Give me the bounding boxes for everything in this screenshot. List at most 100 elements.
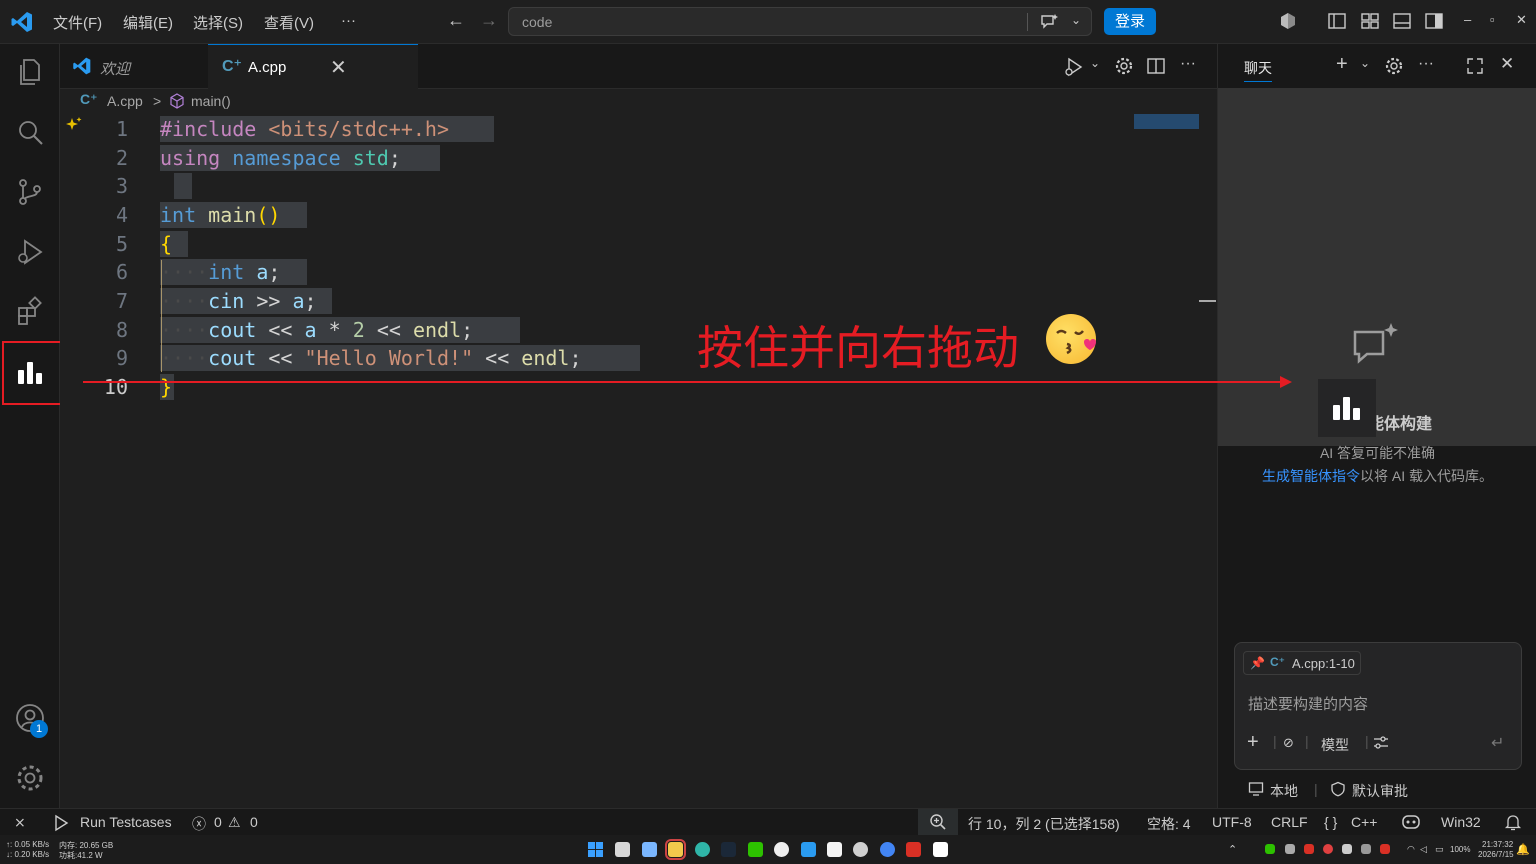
- login-button[interactable]: 登录: [1104, 8, 1156, 35]
- braces-icon[interactable]: { }: [1324, 814, 1337, 830]
- platform[interactable]: Win32: [1441, 814, 1481, 830]
- context-chip[interactable]: 📌 C⁺ A.cpp:1-10: [1243, 651, 1361, 675]
- close-window-button[interactable]: ✕: [1516, 12, 1527, 28]
- agent-instructions-link[interactable]: 生成智能体指令: [1262, 468, 1360, 484]
- code-editor[interactable]: 1 2 3 4 5 6 7 8 9 10 #include <bits/stdc…: [60, 113, 1217, 808]
- edge-browser-icon[interactable]: [695, 842, 710, 857]
- chevron-down-icon[interactable]: ⌄: [1071, 13, 1081, 27]
- split-editor-icon[interactable]: [1146, 56, 1166, 76]
- run-code-icon[interactable]: [1063, 56, 1085, 78]
- chatgpt-icon[interactable]: [853, 842, 868, 857]
- gear-icon[interactable]: [14, 762, 46, 794]
- error-icon[interactable]: ⓧ: [192, 814, 206, 834]
- task-view-icon[interactable]: [615, 842, 630, 857]
- back-arrow-icon[interactable]: ←: [447, 10, 465, 31]
- tray-app-icon[interactable]: [1304, 844, 1314, 854]
- maximize-icon[interactable]: [1465, 56, 1485, 76]
- tray-app-icon[interactable]: [1342, 844, 1352, 854]
- minimize-button[interactable]: –: [1464, 12, 1471, 27]
- steam-icon[interactable]: [721, 842, 736, 857]
- bell-icon[interactable]: [1504, 813, 1522, 831]
- vscode-taskbar-icon[interactable]: [801, 842, 816, 857]
- breadcrumb-file[interactable]: A.cpp: [107, 93, 143, 109]
- run-testcases-icon[interactable]: [52, 814, 70, 832]
- clock-date[interactable]: 2026/7/15: [1478, 850, 1514, 859]
- model-picker[interactable]: 模型: [1321, 735, 1349, 755]
- battery-icon[interactable]: ▭: [1435, 844, 1444, 855]
- copilot-icon[interactable]: [1278, 11, 1298, 31]
- toggle-panel-icon[interactable]: [1392, 11, 1412, 31]
- volume-icon[interactable]: ◁: [1420, 844, 1427, 855]
- tools-icon[interactable]: ⊘: [1283, 735, 1294, 751]
- run-debug-icon[interactable]: [14, 236, 46, 268]
- explorer-icon[interactable]: [14, 56, 46, 88]
- windows-start-icon[interactable]: [588, 842, 603, 857]
- tab-welcome[interactable]: 欢迎: [60, 44, 208, 89]
- chat-sparkle-icon[interactable]: [1039, 12, 1059, 32]
- add-context-icon[interactable]: +: [1247, 731, 1259, 754]
- send-icon[interactable]: ↵: [1491, 733, 1504, 753]
- error-count[interactable]: 0: [214, 814, 222, 830]
- chat-input-box[interactable]: 📌 C⁺ A.cpp:1-10 描述要构建的内容 + | ⊘ | 模型 | ↵: [1234, 642, 1522, 770]
- menu-file[interactable]: 文件(F): [53, 12, 102, 33]
- gear-icon[interactable]: [1114, 56, 1134, 76]
- line-ending[interactable]: CRLF: [1271, 814, 1308, 830]
- customize-layout-icon[interactable]: [1360, 11, 1380, 31]
- chevron-down-icon[interactable]: ⌄: [1360, 56, 1370, 70]
- qq-icon[interactable]: [774, 842, 789, 857]
- toggle-secondary-sidebar-icon[interactable]: [1424, 11, 1444, 31]
- notes-icon[interactable]: [933, 842, 948, 857]
- settings-sliders-icon[interactable]: [1373, 735, 1389, 751]
- chevron-up-icon[interactable]: ⌃: [1228, 843, 1237, 856]
- language-mode[interactable]: C++: [1351, 814, 1377, 830]
- acrobat-icon[interactable]: [906, 842, 921, 857]
- widgets-icon[interactable]: [642, 842, 657, 857]
- indentation[interactable]: 空格: 4: [1147, 814, 1191, 834]
- remote-icon[interactable]: ⨯: [14, 814, 26, 831]
- source-control-icon[interactable]: [14, 176, 46, 208]
- tray-app-icon[interactable]: [1361, 844, 1371, 854]
- wifi-icon[interactable]: ◠: [1407, 844, 1415, 855]
- wechat-icon[interactable]: [748, 842, 763, 857]
- maximize-button[interactable]: ▫: [1490, 12, 1495, 27]
- close-icon[interactable]: ✕: [1500, 54, 1514, 74]
- menu-edit[interactable]: 编辑(E): [123, 12, 173, 33]
- local-session-button[interactable]: 本地: [1270, 781, 1298, 801]
- chrome-icon[interactable]: [880, 842, 895, 857]
- toggle-primary-sidebar-icon[interactable]: [1327, 11, 1347, 31]
- tray-app-icon[interactable]: [1323, 844, 1333, 854]
- run-testcases-button[interactable]: Run Testcases: [80, 814, 172, 830]
- new-chat-icon[interactable]: +: [1336, 53, 1348, 76]
- chat-input-placeholder[interactable]: 描述要构建的内容: [1248, 693, 1368, 714]
- default-approval-button[interactable]: 默认审批: [1352, 781, 1408, 801]
- menu-view[interactable]: 查看(V): [264, 12, 314, 33]
- chat-title[interactable]: 聊天: [1244, 58, 1272, 82]
- warning-count[interactable]: 0: [250, 814, 258, 830]
- zoom-indicator[interactable]: [918, 809, 958, 836]
- more-actions-icon[interactable]: ···: [1180, 55, 1196, 73]
- extensions-icon[interactable]: [14, 296, 46, 328]
- file-explorer-icon[interactable]: [665, 839, 686, 860]
- breadcrumb-symbol[interactable]: main(): [191, 93, 231, 109]
- tray-app-icon[interactable]: [1380, 844, 1390, 854]
- menu-more[interactable]: ···: [341, 12, 356, 29]
- tray-wechat-icon[interactable]: [1265, 844, 1275, 854]
- tab-a-cpp[interactable]: C⁺ A.cpp ✕: [208, 44, 418, 89]
- more-actions-icon[interactable]: ···: [1418, 55, 1434, 73]
- tray-app-icon[interactable]: [1285, 844, 1295, 854]
- copilot-status-icon[interactable]: [1401, 813, 1421, 831]
- command-center-search[interactable]: code ⌄: [508, 7, 1092, 36]
- gear-icon[interactable]: [1384, 56, 1404, 76]
- cursor-position[interactable]: 行 10，列 2 (已选择158): [968, 814, 1120, 834]
- store-icon[interactable]: [827, 842, 842, 857]
- warning-icon[interactable]: ⚠: [228, 814, 241, 831]
- clock-time[interactable]: 21:37:32: [1482, 840, 1513, 849]
- notification-icon[interactable]: 🔔: [1516, 843, 1530, 856]
- encoding[interactable]: UTF-8: [1212, 814, 1252, 830]
- minimap[interactable]: [1134, 114, 1199, 129]
- forward-arrow-icon[interactable]: →: [480, 10, 498, 31]
- menu-selection[interactable]: 选择(S): [193, 12, 243, 33]
- chevron-down-icon[interactable]: ⌄: [1090, 56, 1100, 70]
- search-icon[interactable]: [14, 116, 46, 148]
- close-icon[interactable]: ✕: [330, 55, 347, 80]
